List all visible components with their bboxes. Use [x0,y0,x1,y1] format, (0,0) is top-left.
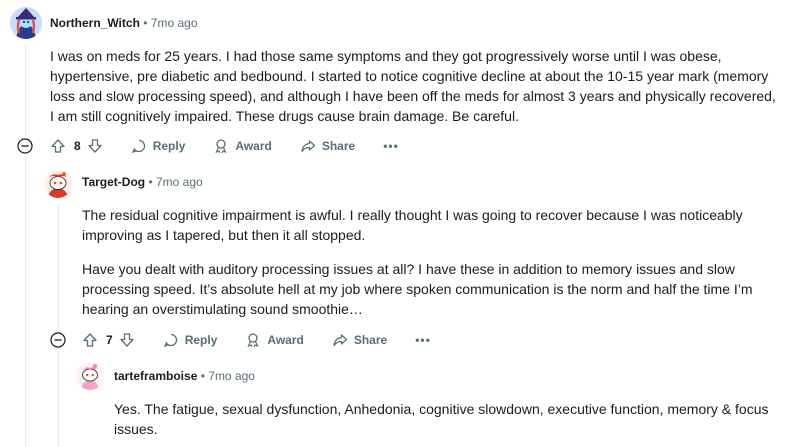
comment-author[interactable]: Northern_Witch [50,16,140,30]
thread-line[interactable] [25,44,26,136]
reply-label: Reply [184,333,218,347]
comment-author[interactable]: tarteframboise [114,369,197,383]
separator-dot: • [148,175,153,189]
comment-actions: 8 Reply Award Share ••• [50,136,399,156]
more-options-button[interactable]: ••• [415,333,431,347]
comment-meta: Target-Dog • 7mo ago [82,175,203,189]
comment-actions: 7 Reply Award Share ••• [82,330,431,350]
award-button[interactable]: Award [213,138,272,154]
share-icon [333,334,347,347]
award-label: Award [267,333,304,347]
comment-body: I was on meds for 25 years. I had those … [50,46,780,126]
snoo-avatar-icon [44,170,72,198]
award-label: Award [235,139,272,153]
reply-icon [163,333,177,348]
share-label: Share [321,139,356,153]
reply-button[interactable]: Reply [163,332,218,348]
award-icon [247,333,259,348]
share-label: Share [353,333,388,347]
thread-line[interactable] [58,350,59,447]
snoo-avatar-icon [76,362,104,390]
avatar[interactable] [76,362,104,390]
award-button[interactable]: Award [245,332,304,348]
comment-timestamp[interactable]: 7mo ago [151,16,198,30]
vote-count: 7 [106,333,113,347]
upvote-icon[interactable] [82,332,98,348]
reply-button[interactable]: Reply [131,138,186,154]
comment-timestamp[interactable]: 7mo ago [156,175,203,189]
avatar[interactable] [44,170,72,198]
share-icon [301,140,315,153]
comment-meta: Northern_Witch • 7mo ago [50,16,198,30]
downvote-icon[interactable] [119,332,135,348]
collapse-thread-icon[interactable] [17,138,33,154]
separator-dot: • [200,369,205,383]
upvote-icon[interactable] [50,138,66,154]
comment-paragraph: I was on meds for 25 years. I had those … [50,48,776,124]
comment-paragraph: Yes. The fatigue, sexual dysfunction, An… [114,401,769,437]
more-options-button[interactable]: ••• [383,139,399,153]
comment-paragraph: Have you dealt with auditory processing … [82,261,753,317]
reply-icon [131,139,145,154]
comment-body: The residual cognitive impairment is awf… [82,205,777,319]
comment-author[interactable]: Target-Dog [82,175,145,189]
comment-timestamp[interactable]: 7mo ago [208,369,255,383]
share-button[interactable]: Share [332,332,387,348]
separator-dot: • [143,16,148,30]
collapse-thread-icon[interactable] [50,332,66,348]
thread-line[interactable] [25,156,26,447]
witch-avatar-icon [10,7,42,39]
avatar[interactable] [10,7,42,39]
comment-paragraph: The residual cognitive impairment is awf… [82,207,743,243]
share-button[interactable]: Share [300,138,355,154]
reply-label: Reply [152,139,186,153]
award-icon [215,139,227,154]
vote-count: 8 [74,139,81,153]
thread-line[interactable] [58,204,59,330]
comment-body: Yes. The fatigue, sexual dysfunction, An… [114,399,774,439]
comment-meta: tarteframboise • 7mo ago [114,369,255,383]
downvote-icon[interactable] [87,138,103,154]
